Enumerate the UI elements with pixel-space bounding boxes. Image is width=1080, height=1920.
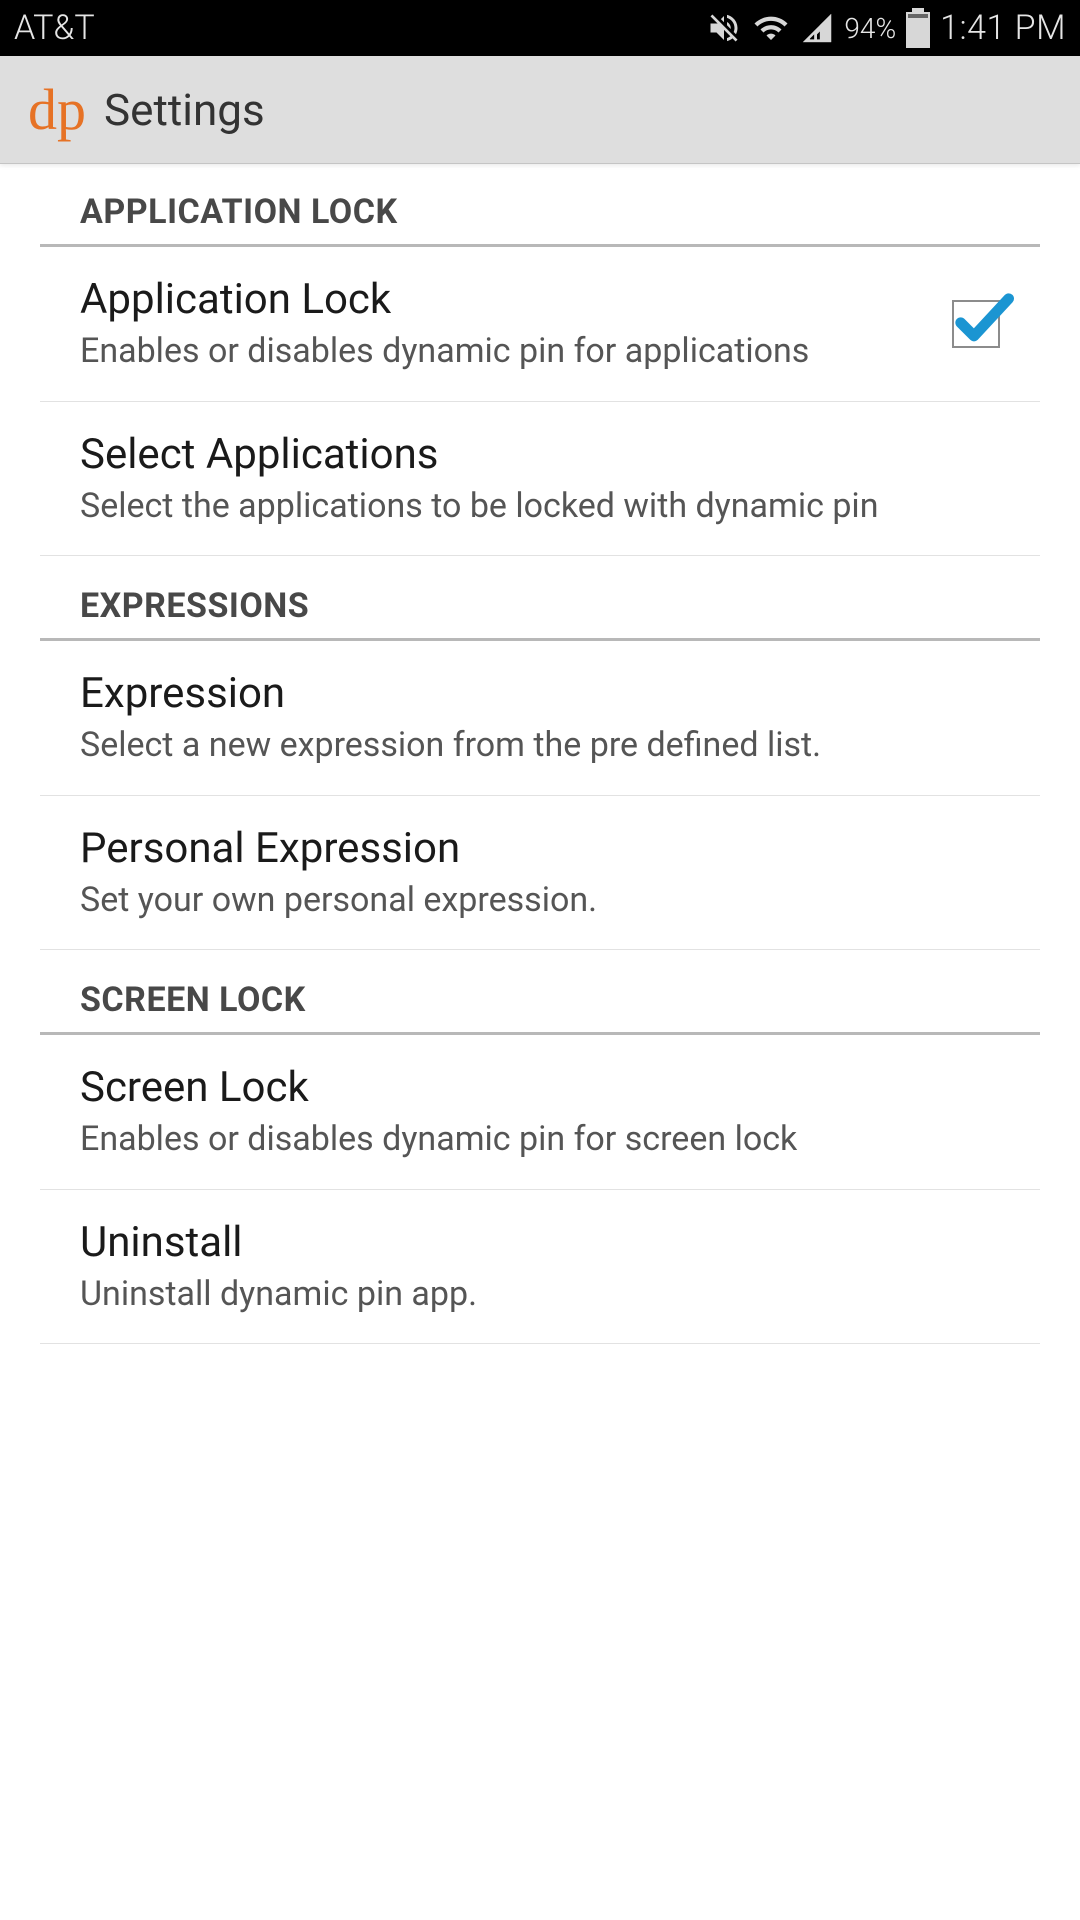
section-header-expressions: EXPRESSIONS	[40, 556, 1040, 641]
row-title: Personal Expression	[80, 824, 1000, 873]
row-screen-lock[interactable]: Screen Lock Enables or disables dynamic …	[40, 1035, 1040, 1190]
row-sub: Enables or disables dynamic pin for appl…	[80, 330, 932, 373]
section-header-application-lock: APPLICATION LOCK	[40, 164, 1040, 247]
row-expression[interactable]: Expression Select a new expression from …	[40, 641, 1040, 796]
row-uninstall[interactable]: Uninstall Uninstall dynamic pin app.	[40, 1190, 1040, 1345]
row-sub: Select the applications to be locked wit…	[80, 485, 1000, 528]
row-sub: Select a new expression from the pre def…	[80, 724, 1000, 767]
row-title: Uninstall	[80, 1218, 1000, 1267]
row-title: Expression	[80, 669, 1000, 718]
status-right: 94% 1:41 PM	[706, 8, 1066, 48]
application-lock-checkbox[interactable]	[952, 300, 1000, 348]
row-sub: Enables or disables dynamic pin for scre…	[80, 1118, 1000, 1161]
app-title: Settings	[104, 84, 265, 136]
row-personal-expression[interactable]: Personal Expression Set your own persona…	[40, 796, 1040, 951]
status-carrier: AT&T	[14, 8, 95, 48]
check-icon	[950, 288, 1014, 352]
mute-icon	[706, 10, 742, 46]
row-title: Select Applications	[80, 430, 1000, 479]
battery-icon	[906, 8, 930, 48]
signal-icon	[800, 11, 834, 45]
row-select-applications[interactable]: Select Applications Select the applicati…	[40, 402, 1040, 557]
section-header-screen-lock: SCREEN LOCK	[40, 950, 1040, 1035]
row-application-lock[interactable]: Application Lock Enables or disables dyn…	[40, 247, 1040, 402]
status-battery-pct: 94%	[844, 12, 896, 45]
status-bar: AT&T 94% 1:41 PM	[0, 0, 1080, 56]
row-title: Application Lock	[80, 275, 932, 324]
row-sub: Uninstall dynamic pin app.	[80, 1273, 1000, 1316]
status-time: 1:41 PM	[940, 8, 1066, 48]
app-logo: dp	[28, 81, 86, 139]
row-title: Screen Lock	[80, 1063, 1000, 1112]
row-sub: Set your own personal expression.	[80, 879, 1000, 922]
wifi-icon	[752, 10, 790, 46]
settings-content: APPLICATION LOCK Application Lock Enable…	[0, 164, 1080, 1344]
app-header: dp Settings	[0, 56, 1080, 164]
